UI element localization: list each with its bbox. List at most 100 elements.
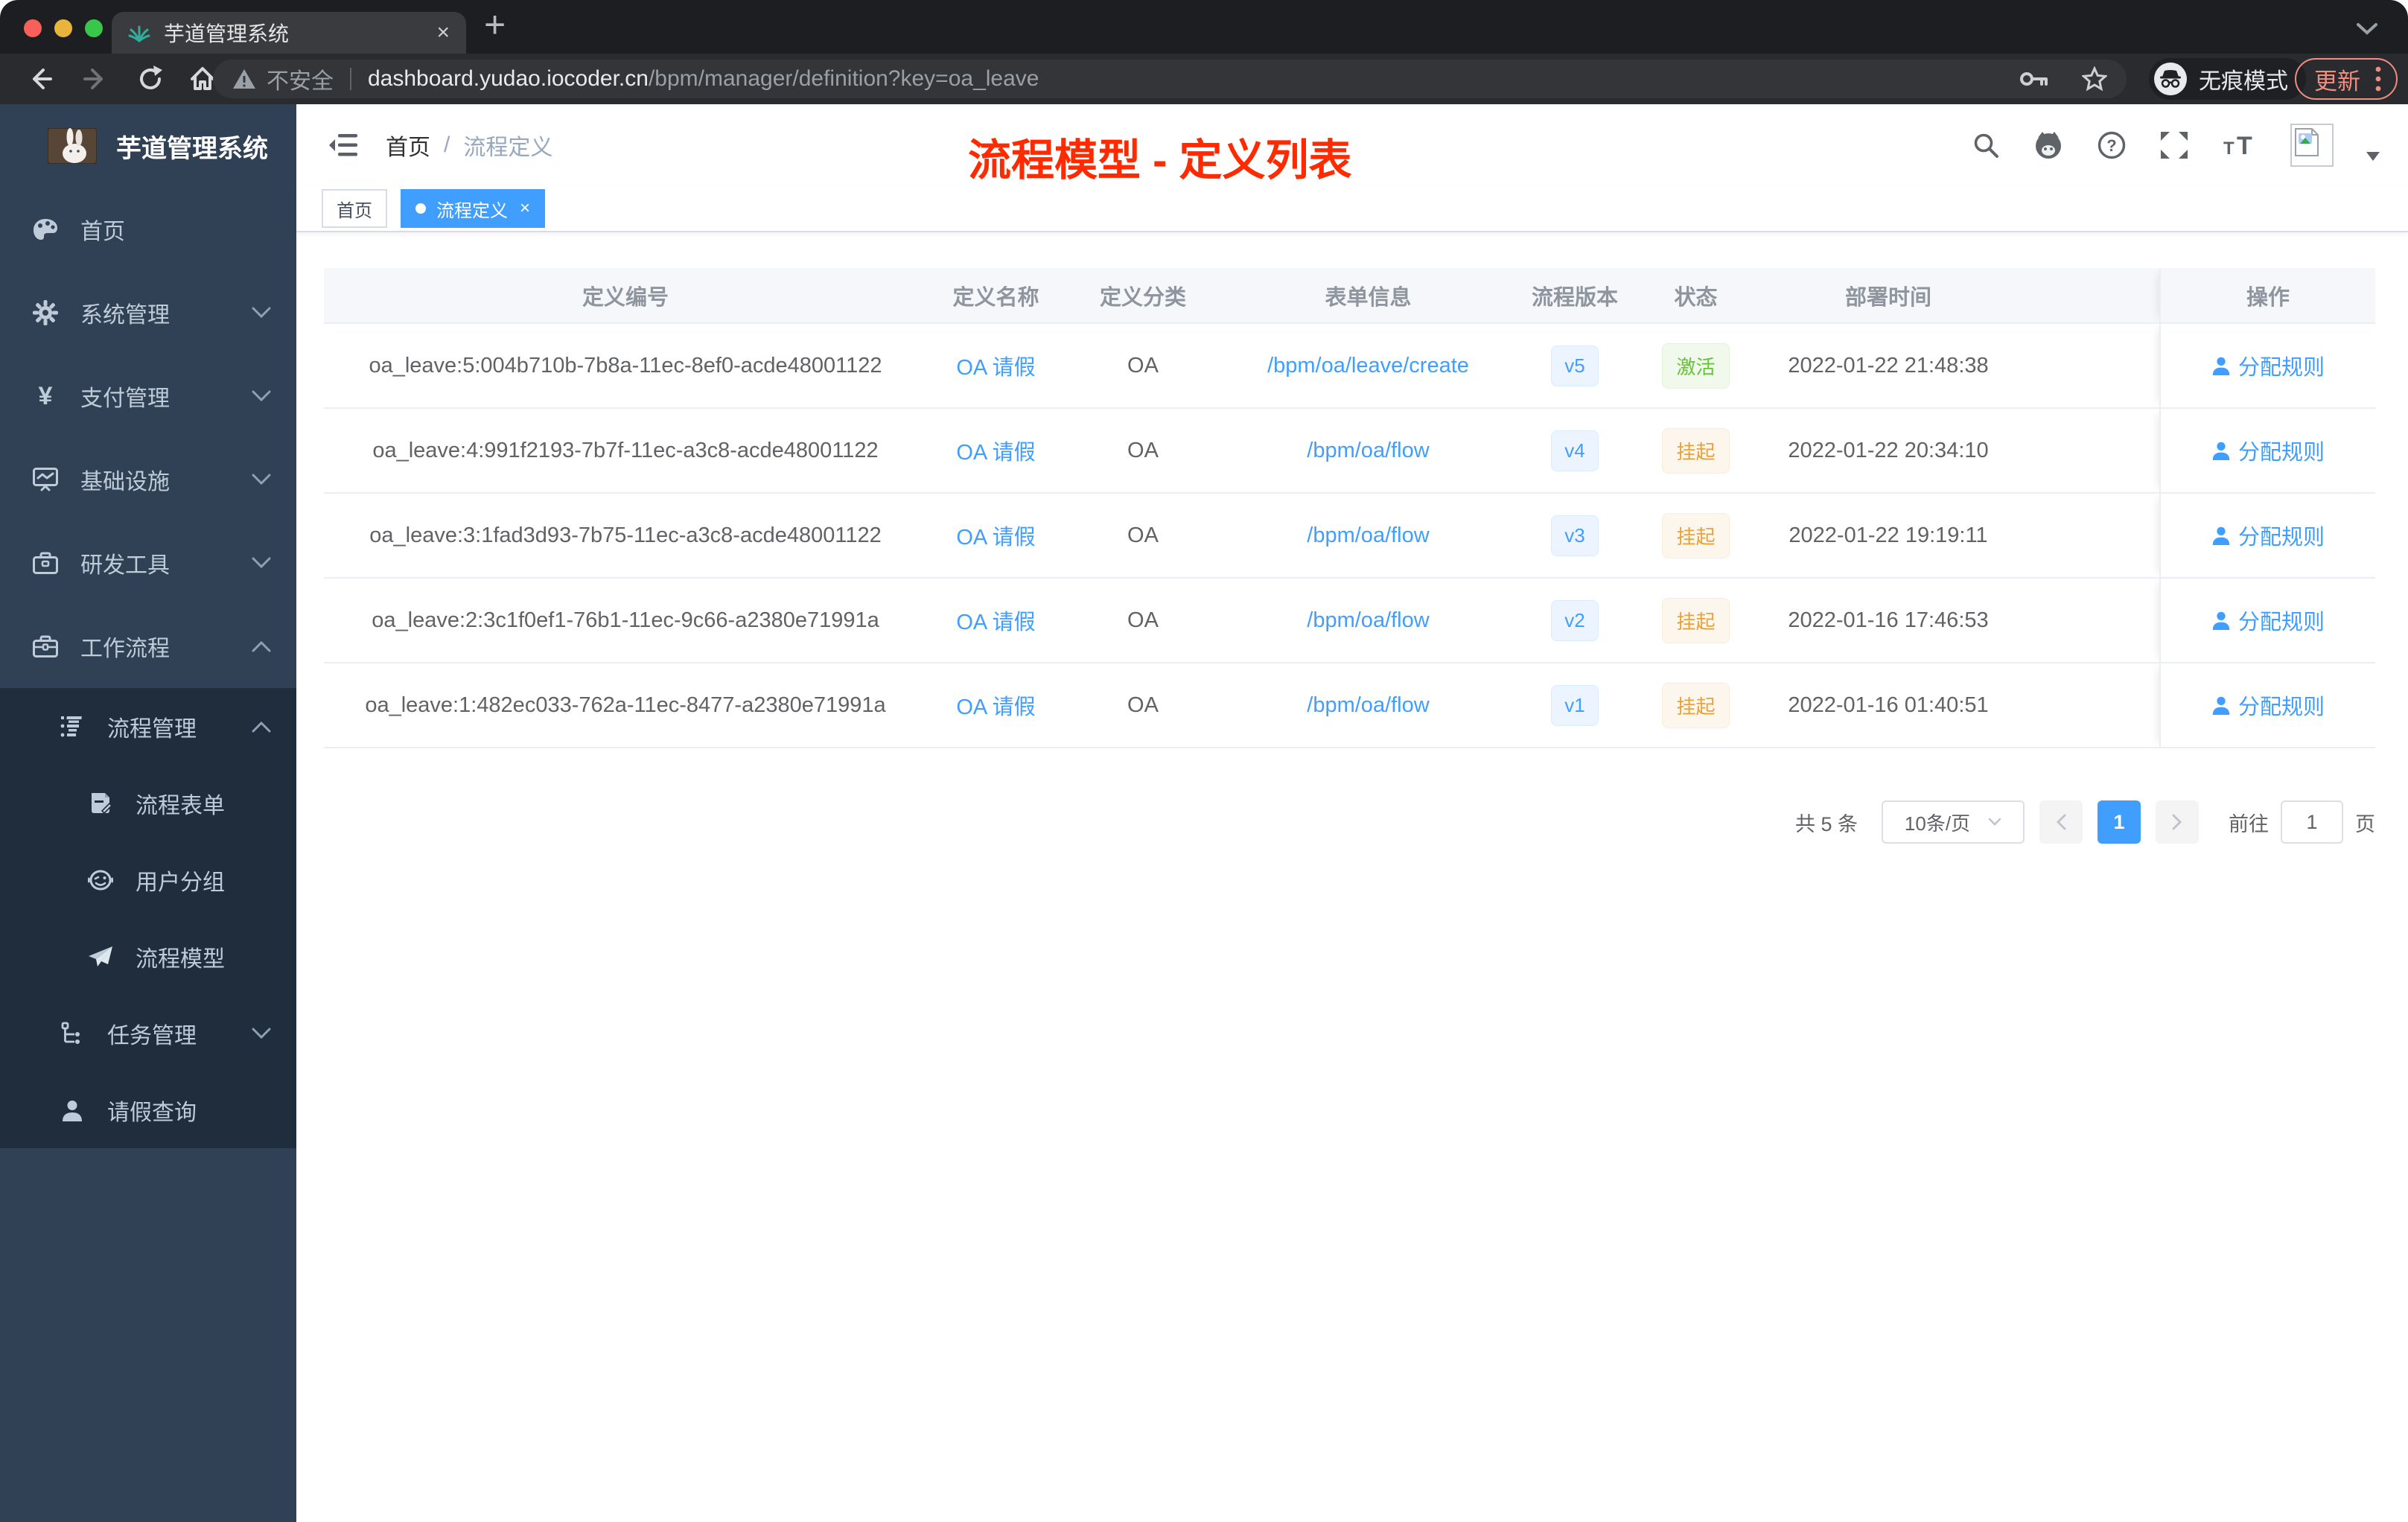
- assign-rule-link[interactable]: 分配规则: [2211, 605, 2325, 636]
- sidebar-item-process-form[interactable]: 流程表单: [0, 765, 296, 841]
- fullscreen-icon[interactable]: [2159, 130, 2189, 160]
- sidebar-item-process-model[interactable]: 流程模型: [0, 918, 296, 995]
- sidebar-collapse-button[interactable]: [329, 131, 359, 159]
- form-link[interactable]: /bpm/oa/flow: [1307, 523, 1429, 547]
- definition-name-link[interactable]: OA 请假: [956, 526, 1035, 550]
- tag-home[interactable]: 首页: [322, 189, 387, 228]
- assign-rule-label: 分配规则: [2237, 611, 2325, 634]
- breadcrumb-home-link[interactable]: 首页: [386, 129, 430, 162]
- avatar-caret-icon[interactable]: [2366, 152, 2380, 161]
- form-link[interactable]: /bpm/oa/flow: [1307, 693, 1429, 717]
- tag-process-definition[interactable]: 流程定义 ×: [401, 189, 546, 228]
- form-link[interactable]: /bpm/oa/leave/create: [1267, 354, 1469, 378]
- assign-rule-link[interactable]: 分配规则: [2211, 520, 2325, 551]
- form-link[interactable]: /bpm/oa/flow: [1307, 608, 1429, 632]
- search-icon[interactable]: [1972, 131, 2000, 159]
- window-zoom-button[interactable]: [85, 19, 103, 37]
- sidebar-item-label: 请假查询: [107, 1100, 197, 1125]
- dashboard-icon: [33, 218, 58, 241]
- update-button[interactable]: 更新: [2295, 58, 2398, 100]
- user-avatar[interactable]: [2290, 124, 2334, 167]
- chevron-right-icon: [2172, 814, 2182, 830]
- tag-close-icon[interactable]: ×: [520, 200, 530, 217]
- definition-category: OA: [1065, 323, 1221, 409]
- tab-search-chevron-icon[interactable]: [2356, 22, 2378, 36]
- column-header: 定义分类: [1065, 268, 1221, 324]
- browser-menu-dots-icon[interactable]: [2375, 66, 2381, 92]
- sidebar-item-payment[interactable]: ¥ 支付管理: [0, 354, 296, 438]
- definition-name-link[interactable]: OA 请假: [956, 356, 1035, 380]
- filler-cell: [2019, 408, 2160, 494]
- annotation-title: 流程模型 - 定义列表: [968, 136, 1352, 185]
- screen: 芋道管理系统 × + 不安全 dashboard.yudao.iocoder.c…: [0, 0, 2408, 1522]
- filler-cell: [2019, 663, 2160, 748]
- gear-icon: [33, 300, 58, 325]
- chevron-up-icon: [252, 721, 271, 733]
- assign-rule-label: 分配规则: [2237, 356, 2325, 380]
- definition-id: oa_leave:3:1fad3d93-7b75-11ec-a3c8-acde4…: [324, 493, 927, 579]
- user-icon: [2212, 611, 2230, 630]
- paper-plane-icon: [88, 946, 113, 968]
- sidebar-item-label: 工作流程: [80, 637, 170, 661]
- window-controls: [24, 19, 103, 37]
- status-badge: 挂起: [1662, 512, 1730, 558]
- font-size-icon[interactable]: T T: [2222, 130, 2258, 160]
- back-button[interactable]: [25, 64, 55, 94]
- assign-rule-link[interactable]: 分配规则: [2211, 350, 2325, 381]
- bookmark-star-icon[interactable]: [2082, 66, 2107, 92]
- tab-close-icon[interactable]: ×: [436, 22, 450, 44]
- sidebar-item-task-management[interactable]: 任务管理: [0, 995, 296, 1072]
- tag-label: 流程定义: [436, 200, 508, 221]
- browser-tab[interactable]: 芋道管理系统 ×: [112, 12, 466, 54]
- version-tag: v1: [1551, 684, 1599, 726]
- url-domain: dashboard.yudao.iocoder.cn: [368, 66, 649, 91]
- help-icon[interactable]: ?: [2097, 130, 2127, 160]
- window-minimize-button[interactable]: [54, 19, 72, 37]
- logo-avatar: [48, 128, 97, 164]
- sidebar-item-workflow[interactable]: 工作流程: [0, 605, 296, 688]
- next-page-button[interactable]: [2156, 800, 2199, 844]
- deploy-time: 2022-01-22 21:48:38: [1757, 323, 2019, 409]
- sidebar-item-home[interactable]: 首页: [0, 188, 296, 271]
- assign-rule-link[interactable]: 分配规则: [2211, 435, 2325, 466]
- user-icon: [60, 1099, 85, 1121]
- column-header: 定义编号: [324, 268, 927, 324]
- goto-page-input[interactable]: 1: [2281, 800, 2343, 844]
- reload-button[interactable]: [136, 64, 165, 94]
- page-number-button[interactable]: 1: [2098, 800, 2141, 844]
- new-tab-button[interactable]: +: [484, 6, 506, 43]
- tab-title: 芋道管理系统: [164, 22, 290, 45]
- sidebar-item-user-group[interactable]: 用户分组: [0, 841, 296, 918]
- url-bar[interactable]: 不安全 dashboard.yudao.iocoder.cn/bpm/manag…: [213, 60, 2127, 98]
- sidebar-item-label: 流程表单: [136, 793, 225, 818]
- window-close-button[interactable]: [24, 19, 42, 37]
- page-size-select[interactable]: 10条/页: [1882, 800, 2025, 844]
- sidebar-item-infrastructure[interactable]: 基础设施: [0, 438, 296, 521]
- forward-button[interactable]: [80, 64, 110, 94]
- prev-page-button[interactable]: [2039, 800, 2083, 844]
- definition-name-link[interactable]: OA 请假: [956, 695, 1035, 719]
- svg-text:?: ?: [2106, 136, 2116, 155]
- column-header: 定义名称: [927, 268, 1065, 324]
- tag-label: 首页: [337, 200, 372, 221]
- password-key-icon[interactable]: [2019, 69, 2049, 89]
- security-label[interactable]: 不安全: [267, 63, 334, 95]
- github-icon[interactable]: [2033, 130, 2064, 160]
- definition-name-link[interactable]: OA 请假: [956, 611, 1035, 634]
- sidebar-item-leave-query[interactable]: 请假查询: [0, 1072, 296, 1148]
- incognito-label: 无痕模式: [2199, 69, 2288, 94]
- sidebar-item-dev-tools[interactable]: 研发工具: [0, 521, 296, 605]
- app-logo: 芋道管理系统: [0, 104, 296, 188]
- breadcrumb: 首页 / 流程定义: [386, 129, 552, 162]
- sidebar-item-label: 基础设施: [80, 470, 170, 494]
- sidebar-item-system[interactable]: 系统管理: [0, 271, 296, 354]
- status-badge: 挂起: [1662, 682, 1730, 728]
- definition-name-link[interactable]: OA 请假: [956, 441, 1035, 465]
- incognito-profile-chip[interactable]: 无痕模式: [2149, 58, 2306, 100]
- sidebar-item-process-management[interactable]: 流程管理: [0, 688, 296, 765]
- version-tag: v5: [1551, 345, 1599, 386]
- form-link[interactable]: /bpm/oa/flow: [1307, 439, 1429, 462]
- definition-category: OA: [1065, 408, 1221, 494]
- deploy-time: 2022-01-16 17:46:53: [1757, 578, 2019, 663]
- assign-rule-link[interactable]: 分配规则: [2211, 690, 2325, 721]
